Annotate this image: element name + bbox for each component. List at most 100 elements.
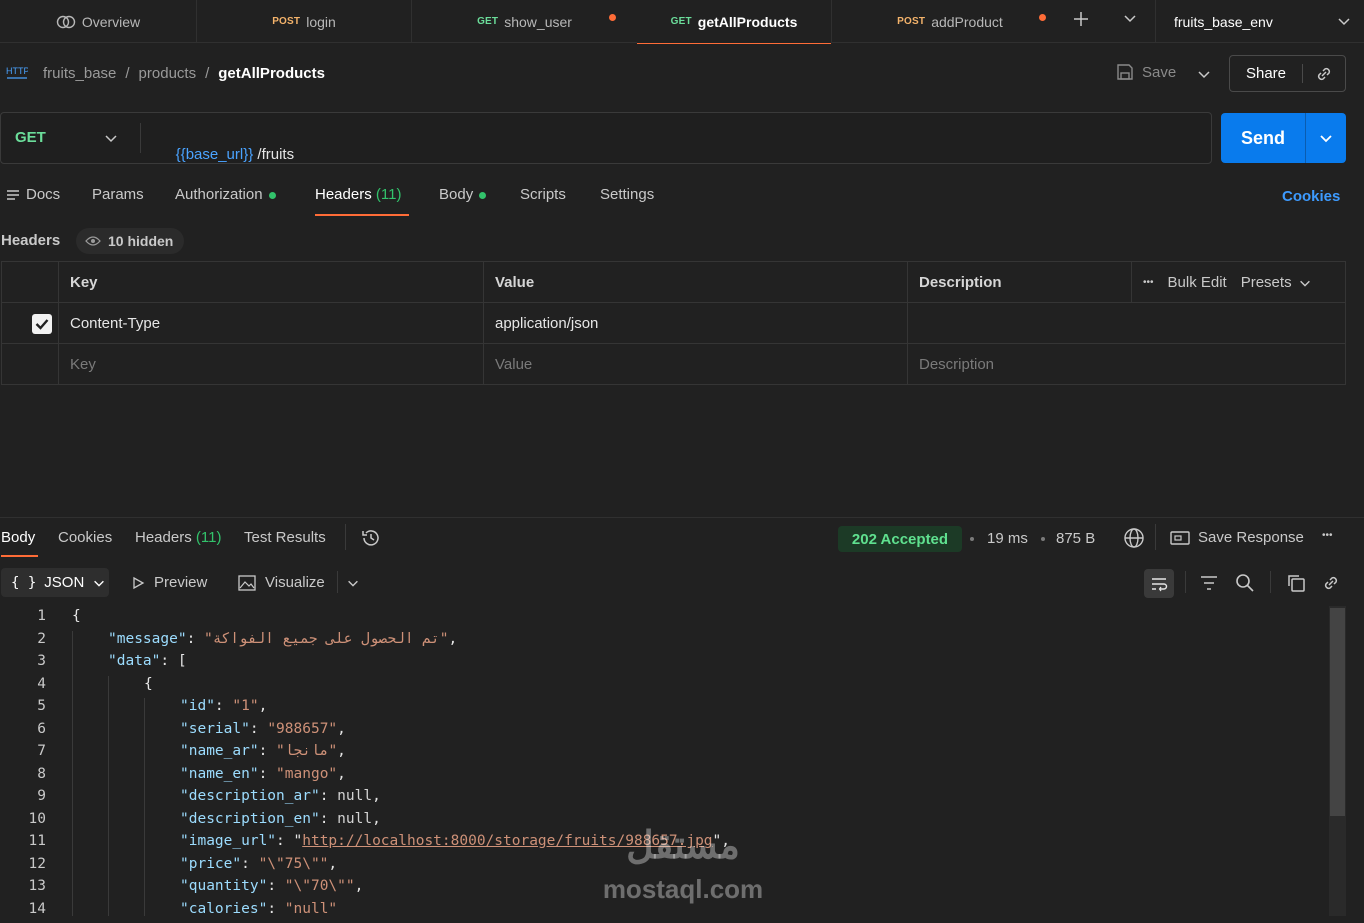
- url-input[interactable]: {{base_url}} /fruits: [159, 129, 294, 180]
- filter-icon[interactable]: [1200, 575, 1218, 591]
- indent-guide: [144, 698, 145, 916]
- code-token: "description_en": [180, 810, 320, 827]
- header-description-field[interactable]: [907, 303, 1345, 344]
- response-size[interactable]: 875 B: [1056, 530, 1095, 547]
- code-token: "id": [180, 698, 215, 714]
- breadcrumb-folder[interactable]: products: [139, 65, 197, 82]
- tab-scripts[interactable]: Scripts: [520, 186, 566, 203]
- line-number: 14: [28, 900, 46, 917]
- tab-show-user[interactable]: GET show_user: [412, 0, 638, 43]
- url-bar: GET {{base_url}} /fruits: [0, 112, 1212, 164]
- code-token: :: [258, 765, 277, 782]
- code-token: :: [267, 900, 285, 917]
- line-number: 12: [28, 855, 46, 872]
- breadcrumb-collection[interactable]: fruits_base: [43, 65, 116, 82]
- line-number: 10: [28, 810, 46, 827]
- tab-add-product[interactable]: POST addProduct: [842, 0, 1058, 43]
- visualize-options-chevron-icon[interactable]: [346, 576, 360, 590]
- response-tab-test-results[interactable]: Test Results: [244, 529, 326, 546]
- link-icon[interactable]: [1321, 573, 1341, 593]
- visualize-label: Visualize: [265, 574, 325, 591]
- method-badge: POST: [272, 16, 301, 27]
- new-description-input[interactable]: Description: [907, 344, 1345, 385]
- wrap-lines-icon[interactable]: [1144, 569, 1174, 598]
- code-token: "message": [108, 630, 187, 647]
- save-response-icon: [1170, 530, 1190, 546]
- tab-get-all-products[interactable]: GET getAllProducts: [637, 0, 832, 44]
- presets-dropdown[interactable]: Presets: [1241, 274, 1312, 291]
- tab-list-chevron-icon[interactable]: [1122, 10, 1138, 26]
- header-enabled-checkbox[interactable]: [32, 314, 52, 334]
- tab-overview[interactable]: Overview: [0, 0, 197, 43]
- method-select[interactable]: GET: [15, 129, 46, 146]
- header-key-field[interactable]: Content-Type: [58, 303, 483, 344]
- tab-headers[interactable]: Headers (11): [315, 186, 401, 203]
- share-button[interactable]: Share: [1230, 56, 1302, 91]
- save-response-button[interactable]: Save Response: [1170, 529, 1304, 546]
- response-tab-cookies[interactable]: Cookies: [58, 529, 112, 546]
- code-line: {: [72, 608, 81, 624]
- tab-params[interactable]: Params: [92, 186, 144, 203]
- bulk-edit-button[interactable]: Bulk Edit: [1168, 274, 1227, 291]
- header-value-field[interactable]: application/json: [483, 303, 907, 344]
- new-tab-icon[interactable]: [1071, 9, 1091, 29]
- tab-label: addProduct: [931, 13, 1003, 30]
- code-token: ,: [337, 743, 346, 759]
- code-token: ,: [258, 698, 268, 714]
- more-options-button[interactable]: •••: [1322, 530, 1333, 541]
- chevron-down-icon[interactable]: [103, 130, 119, 146]
- column-header-key: Key: [58, 262, 483, 303]
- line-number: 3: [37, 653, 46, 669]
- tab-docs[interactable]: Docs: [6, 186, 60, 203]
- response-time[interactable]: 19 ms: [987, 530, 1028, 547]
- save-options-chevron-icon[interactable]: [1196, 66, 1212, 82]
- request-tab-bar: Overview POST login GET show_user GET ge…: [0, 0, 1364, 44]
- preview-button[interactable]: Preview: [131, 574, 207, 591]
- link-icon[interactable]: [1314, 64, 1334, 84]
- preview-label: Preview: [154, 574, 208, 591]
- http-icon: HTTP: [6, 64, 28, 82]
- cookies-link[interactable]: Cookies: [1282, 188, 1340, 205]
- globe-icon[interactable]: [1123, 527, 1145, 549]
- scrollbar-track[interactable]: [1329, 606, 1346, 916]
- response-tab-body[interactable]: Body: [1, 529, 35, 546]
- history-icon[interactable]: [360, 527, 382, 549]
- code-token: "988657": [267, 720, 338, 737]
- search-icon[interactable]: [1235, 573, 1255, 593]
- divider: [140, 123, 141, 153]
- copy-icon[interactable]: [1286, 573, 1306, 593]
- indent-guide: [72, 630, 73, 916]
- tab-body[interactable]: Body: [439, 186, 487, 203]
- divider: [1305, 113, 1306, 163]
- send-button[interactable]: Send: [1221, 113, 1305, 163]
- visualize-button[interactable]: Visualize: [238, 574, 325, 591]
- line-number: 1: [37, 608, 46, 624]
- code-token: "name_en": [180, 765, 259, 782]
- more-options-button[interactable]: •••: [1143, 277, 1154, 288]
- new-value-input[interactable]: Value: [483, 344, 907, 385]
- status-badge[interactable]: 202 Accepted: [838, 526, 962, 552]
- json-icon: { }: [11, 574, 37, 591]
- environment-selector[interactable]: fruits_base_env: [1155, 0, 1364, 43]
- page-title[interactable]: getAllProducts: [218, 65, 325, 82]
- send-options-chevron-icon[interactable]: [1318, 130, 1334, 146]
- response-body-viewer[interactable]: 1 {2 "message": "تم الحصول على جميع الفواك…: [0, 606, 1330, 916]
- scrollbar-thumb[interactable]: [1330, 608, 1345, 816]
- hidden-headers-toggle[interactable]: 10 hidden: [76, 228, 184, 254]
- unsaved-dot: [1039, 14, 1046, 21]
- code-token: ,: [448, 630, 458, 647]
- new-key-input[interactable]: Key: [58, 344, 483, 385]
- save-label: Save: [1142, 63, 1177, 81]
- line-number: 2: [37, 630, 46, 647]
- save-button[interactable]: Save: [1116, 63, 1176, 81]
- active-indicator-dot: [268, 191, 276, 199]
- code-line: "price": "\"75\"",: [180, 856, 337, 872]
- method-badge: POST: [897, 16, 926, 27]
- table-row-new: Key Value Description: [2, 344, 1345, 385]
- response-tab-headers[interactable]: Headers (11): [135, 529, 221, 546]
- format-selector[interactable]: { } JSON: [1, 568, 109, 597]
- tab-login[interactable]: POST login: [197, 0, 412, 43]
- tab-settings[interactable]: Settings: [600, 186, 654, 203]
- code-token: ,: [372, 788, 381, 804]
- tab-authorization[interactable]: Authorization: [175, 186, 276, 203]
